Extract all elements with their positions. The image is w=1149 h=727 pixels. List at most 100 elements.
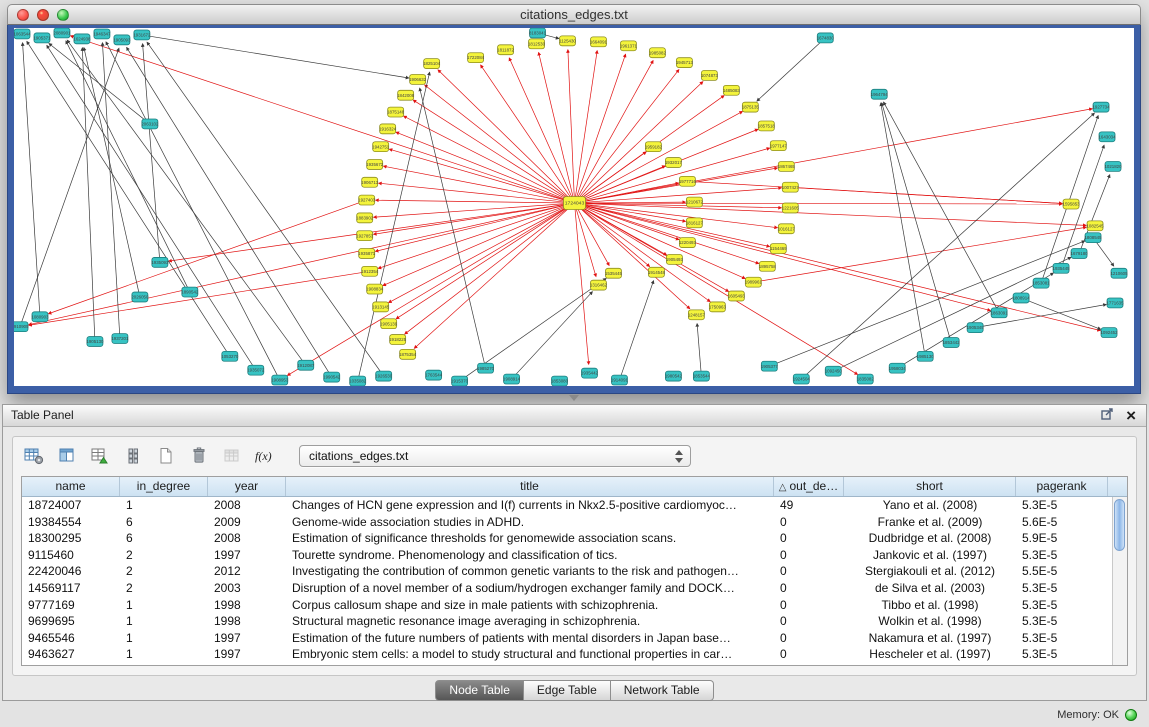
network-node[interactable]: 1210672	[686, 197, 704, 207]
citation-edge-black[interactable]	[697, 324, 701, 376]
network-node[interactable]: 1825104	[423, 59, 441, 69]
citation-edge-red[interactable]	[29, 203, 575, 325]
network-node[interactable]: 1007427	[782, 182, 800, 192]
table-row[interactable]: 969969511998Structural magnetic resonanc…	[22, 613, 1127, 630]
network-node[interactable]: 1932017	[665, 158, 683, 168]
network-node[interactable]: 1905371	[33, 33, 51, 43]
network-node[interactable]: 1935672	[366, 160, 384, 170]
citation-edge-black[interactable]	[27, 41, 230, 356]
citation-edge-red[interactable]	[574, 203, 678, 240]
network-node[interactable]: 1035082	[349, 376, 367, 386]
citation-edge-black[interactable]	[757, 38, 825, 101]
network-node[interactable]: 1863091	[991, 308, 1009, 318]
citation-edge-red[interactable]	[29, 271, 370, 325]
network-node[interactable]: 1763544	[425, 370, 443, 380]
citation-edge-red[interactable]	[481, 65, 575, 203]
network-node[interactable]: 1875135	[742, 102, 760, 112]
float-panel-button[interactable]	[1101, 407, 1114, 425]
table-row[interactable]: 946554611997Estimation of the future num…	[22, 630, 1127, 647]
citation-edge-red[interactable]	[574, 70, 678, 203]
column-header-pagerank[interactable]: pagerank	[1016, 477, 1108, 496]
network-node[interactable]: 1771635	[1106, 298, 1124, 308]
network-node[interactable]: 1913145	[372, 302, 390, 312]
network-node[interactable]: 1842008	[397, 90, 415, 100]
network-node[interactable]: 1927853	[356, 231, 374, 241]
network-node[interactable]: 1853081	[1033, 278, 1051, 288]
network-node[interactable]: 2026050	[131, 292, 149, 302]
function-builder-button[interactable]: f(x)	[252, 444, 278, 468]
close-panel-button[interactable]: ×	[1126, 407, 1136, 424]
network-node[interactable]: 1906632	[409, 74, 427, 84]
table-settings-button[interactable]	[21, 444, 47, 468]
table-row[interactable]: 1872400712008Changes of HCN gene express…	[22, 497, 1127, 514]
network-node[interactable]: 1905130	[86, 337, 104, 347]
network-node[interactable]: 1092452	[1100, 328, 1118, 338]
network-node[interactable]: 1989961	[745, 277, 763, 287]
network-node[interactable]: 1905093	[113, 35, 131, 45]
citation-edge-red[interactable]	[574, 203, 769, 247]
citation-edge-red[interactable]	[378, 203, 574, 268]
network-node[interactable]: 1750963	[709, 302, 727, 312]
network-node[interactable]: 1914091	[611, 375, 629, 385]
citation-edge-black[interactable]	[420, 88, 486, 368]
network-node[interactable]: 1835082	[857, 374, 875, 384]
network-node[interactable]: 1958034	[889, 363, 907, 373]
network-node[interactable]: 1125430	[559, 36, 576, 46]
network-node[interactable]: 1906713	[361, 177, 379, 187]
citation-edge-black[interactable]	[20, 48, 119, 326]
network-canvas[interactable]: 1724043182510419066321842008187514819163…	[14, 28, 1134, 386]
network-node[interactable]: 1853442	[943, 338, 961, 348]
network-node[interactable]: 1080903	[31, 312, 49, 322]
citation-edge-black[interactable]	[143, 44, 160, 263]
citation-edge-red[interactable]	[374, 203, 575, 234]
network-node[interactable]: 1915370	[451, 376, 469, 386]
new-file-button[interactable]	[153, 444, 179, 468]
network-node[interactable]: 1937201	[111, 334, 129, 344]
table-row[interactable]: 911546021997Tourette syndrome. Phenomeno…	[22, 547, 1127, 564]
citation-edge-red[interactable]	[687, 181, 1062, 203]
network-node[interactable]: 1624938	[73, 34, 91, 44]
table-row[interactable]: 946362711997Embryonic stem cells: a mode…	[22, 646, 1127, 663]
citation-edge-black[interactable]	[127, 47, 332, 377]
network-node[interactable]: 1016127	[778, 224, 796, 234]
network-node[interactable]: 1082545	[1086, 221, 1104, 231]
network-node[interactable]: 1248157	[688, 310, 706, 320]
network-node[interactable]: 1959182	[645, 142, 663, 152]
citation-edge-red[interactable]	[574, 109, 1092, 203]
network-node[interactable]: 1935871	[358, 249, 376, 259]
network-node[interactable]: 1935442	[581, 368, 599, 378]
table-scrollbar[interactable]	[1112, 497, 1127, 665]
network-node[interactable]: 1914548	[648, 267, 666, 277]
network-node[interactable]: 1808914	[1013, 293, 1031, 303]
network-node[interactable]: 1918225	[389, 335, 407, 345]
network-node[interactable]: 1053270	[221, 351, 239, 361]
network-node[interactable]: 1722084	[467, 53, 485, 63]
network-node[interactable]: 1946347	[93, 29, 111, 39]
network-node[interactable]: 1021820	[1104, 162, 1122, 172]
network-node[interactable]: 1674830	[817, 33, 835, 43]
network-node[interactable]: 1210605	[1110, 268, 1128, 278]
tab-network-table[interactable]: Network Table	[611, 680, 714, 701]
tab-edge-table[interactable]: Edge Table	[524, 680, 611, 701]
citation-edge-red[interactable]	[405, 203, 575, 334]
network-table-dropdown[interactable]: citations_edges.txt	[299, 445, 691, 467]
network-node[interactable]: 1945713	[676, 58, 694, 68]
network-node[interactable]: 2080901	[53, 28, 71, 38]
network-node[interactable]: 1853544	[693, 371, 711, 381]
window-titlebar[interactable]: citations_edges.txt	[7, 4, 1141, 25]
network-node[interactable]: 1816127	[686, 218, 704, 228]
close-window-button[interactable]	[17, 9, 29, 21]
network-node[interactable]: 8183041	[529, 28, 547, 38]
panel-splitter-grip[interactable]	[566, 395, 582, 403]
network-node[interactable]: 1927734	[1092, 102, 1110, 112]
citation-edge-red[interactable]	[396, 203, 574, 319]
network-node[interactable]: 1961371	[620, 41, 638, 51]
table-row[interactable]: 2242004622012Investigating the contribut…	[22, 563, 1127, 580]
citation-edge-red[interactable]	[574, 203, 990, 311]
citation-edge-red[interactable]	[425, 85, 575, 203]
network-node[interactable]: 1063544	[14, 29, 31, 39]
network-node[interactable]: 1905345	[967, 323, 985, 333]
column-header-in_degree[interactable]: in_degree	[120, 477, 208, 496]
citation-edge-black[interactable]	[142, 35, 409, 78]
network-node[interactable]: 1905139	[380, 319, 398, 329]
